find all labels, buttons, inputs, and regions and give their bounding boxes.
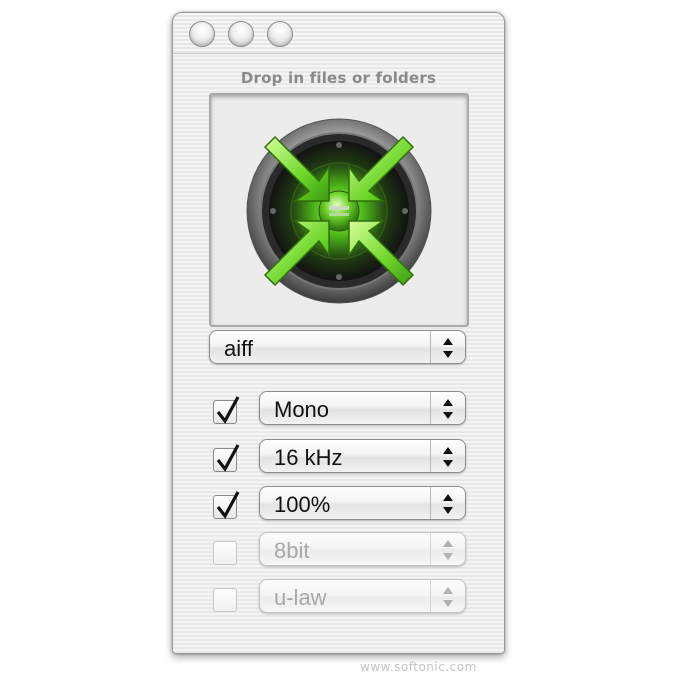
watermark-text: www.softonic.com [360, 660, 477, 674]
popup-arrows-icon [430, 580, 465, 612]
popup-arrows-icon [430, 487, 465, 519]
quality-checkbox[interactable] [213, 491, 240, 519]
app-window: Drop in files or folders aiff Mono 16 kH… [172, 12, 505, 654]
minimize-button[interactable] [228, 21, 254, 47]
zoom-button[interactable] [267, 21, 293, 47]
checkmark-icon [216, 491, 240, 519]
encoding-checkbox[interactable] [213, 588, 237, 612]
quality-value: 100% [274, 492, 331, 517]
channels-checkbox[interactable] [213, 396, 240, 424]
quality-popup[interactable]: 100% [259, 486, 466, 520]
checkmark-icon [216, 396, 240, 424]
encoding-value: u-law [274, 585, 327, 610]
drop-zone-label: Drop in files or folders [240, 69, 437, 87]
popup-arrows-icon [430, 533, 465, 565]
bit-depth-checkbox[interactable] [213, 541, 237, 565]
format-popup[interactable]: aiff [209, 330, 466, 364]
bit-depth-value: 8bit [274, 538, 310, 563]
sample-rate-checkbox[interactable] [213, 444, 240, 472]
speaker-drop-target-icon [246, 118, 432, 304]
channels-popup[interactable]: Mono [259, 391, 466, 425]
popup-arrows-icon [430, 331, 465, 363]
close-button[interactable] [189, 21, 215, 47]
format-value: aiff [224, 336, 253, 361]
encoding-popup[interactable]: u-law [259, 579, 466, 613]
bit-depth-popup[interactable]: 8bit [259, 532, 466, 566]
title-bar[interactable] [173, 13, 504, 54]
checkmark-icon [216, 444, 240, 472]
sample-rate-popup[interactable]: 16 kHz [259, 439, 466, 473]
popup-arrows-icon [430, 392, 465, 424]
sample-rate-value: 16 kHz [274, 445, 343, 470]
channels-value: Mono [274, 397, 330, 422]
screen: Drop in files or folders aiff Mono 16 kH… [0, 0, 680, 680]
popup-arrows-icon [430, 440, 465, 472]
file-drop-zone[interactable] [209, 93, 469, 327]
